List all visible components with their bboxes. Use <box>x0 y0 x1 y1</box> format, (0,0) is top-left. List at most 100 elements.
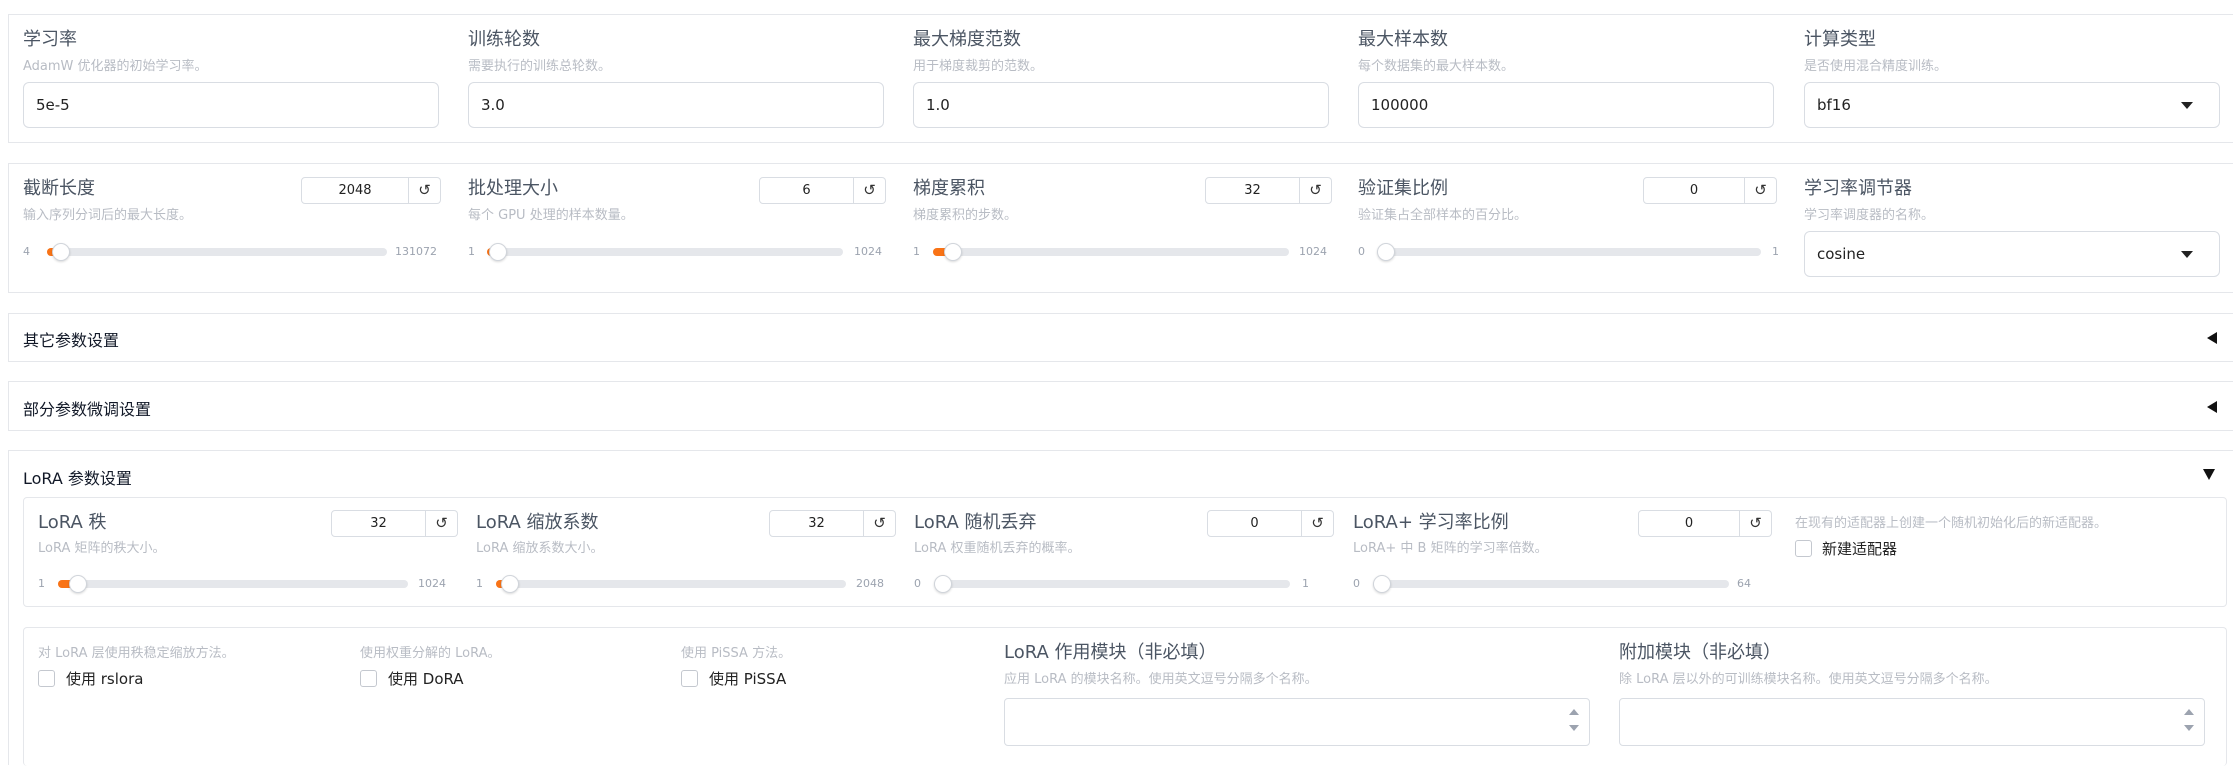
reset-icon[interactable]: ↺ <box>854 177 886 204</box>
additional-target-info: 除 LoRA 层以外的可训练模块名称。使用英文逗号分隔多个名称。 <box>1619 672 1998 687</box>
lora-alpha-slider[interactable] <box>496 580 846 588</box>
reset-icon[interactable]: ↺ <box>1740 510 1772 537</box>
slider-max: 1 <box>1772 245 1779 258</box>
lora-rank-number[interactable]: 32 <box>331 510 426 537</box>
val-size-info: 验证集占全部样本的百分比。 <box>1358 208 1528 223</box>
lora-target-label: LoRA 作用模块（非必填） <box>1004 642 1217 663</box>
rslora-label: 使用 rslora <box>66 670 144 688</box>
slider-min: 0 <box>1358 245 1365 258</box>
grad-accum-label: 梯度累积 <box>913 178 985 199</box>
training-params-panel: 截断长度 2048 ↺ 输入序列分词后的最大长度。 4 131072 批处理大小… <box>8 163 2233 293</box>
lr-scheduler-dropdown[interactable]: cosine <box>1804 231 2220 277</box>
additional-target-textarea[interactable] <box>1619 698 2205 746</box>
rslora-checkbox[interactable] <box>38 670 55 687</box>
lora-plus-lr-label: LoRA+ 学习率比例 <box>1353 512 1509 533</box>
max-grad-norm-input[interactable]: 1.0 <box>913 82 1329 128</box>
val-size-label: 验证集比例 <box>1358 178 1448 199</box>
slider-thumb[interactable] <box>934 575 952 593</box>
accordion-extra-title: 其它参数设置 <box>23 331 120 350</box>
compute-type-info: 是否使用混合精度训练。 <box>1804 59 1948 74</box>
lr-scheduler-value: cosine <box>1817 245 1866 263</box>
dora-label: 使用 DoRA <box>388 670 464 688</box>
slider-min: 0 <box>1353 577 1360 590</box>
slider-max: 1 <box>1302 577 1309 590</box>
lora-plus-lr-number[interactable]: 0 <box>1638 510 1740 537</box>
slider-max: 2048 <box>856 577 884 590</box>
max-samples-info: 每个数据集的最大样本数。 <box>1358 59 1515 74</box>
lora-dropout-number[interactable]: 0 <box>1207 510 1302 537</box>
lora-rank-info: LoRA 矩阵的秩大小。 <box>38 541 166 556</box>
slider-min: 4 <box>23 245 30 258</box>
reset-icon[interactable]: ↺ <box>409 177 441 204</box>
slider-min: 0 <box>914 577 921 590</box>
batch-size-number[interactable]: 6 <box>759 177 854 204</box>
lora-plus-lr-slider[interactable] <box>1373 580 1729 588</box>
slider-min: 1 <box>468 245 475 258</box>
max-grad-norm-label: 最大梯度范数 <box>913 29 1021 50</box>
triangle-left-icon <box>2207 401 2217 413</box>
lora-alpha-info: LoRA 缩放系数大小。 <box>476 541 604 556</box>
slider-thumb[interactable] <box>52 243 71 261</box>
grad-accum-info: 梯度累积的步数。 <box>913 208 1018 223</box>
grad-accum-number[interactable]: 32 <box>1205 177 1300 204</box>
slider-thumb[interactable] <box>1377 243 1395 261</box>
compute-type-value: bf16 <box>1817 96 1851 114</box>
max-grad-norm-info: 用于梯度裁剪的范数。 <box>913 59 1044 74</box>
create-new-adapter-checkbox[interactable] <box>1795 540 1812 557</box>
create-new-adapter-label: 新建适配器 <box>1822 540 1898 558</box>
lora-target-info: 应用 LoRA 的模块名称。使用英文逗号分隔多个名称。 <box>1004 672 1318 687</box>
lora-rank-label: LoRA 秩 <box>38 512 107 533</box>
rslora-info: 对 LoRA 层使用秩稳定缩放方法。 <box>38 646 235 661</box>
lora-dropout-slider[interactable] <box>934 580 1290 588</box>
reset-icon[interactable]: ↺ <box>1300 177 1332 204</box>
slider-thumb[interactable] <box>501 575 520 593</box>
slider-thumb[interactable] <box>68 575 87 593</box>
lr-scheduler-info: 学习率调度器的名称。 <box>1804 208 1935 223</box>
pissa-label: 使用 PiSSA <box>709 670 787 688</box>
batch-size-slider[interactable] <box>487 248 843 256</box>
lora-sliders-panel: LoRA 秩 32 ↺ LoRA 矩阵的秩大小。 1 1024 LoRA 缩放系… <box>23 497 2227 607</box>
epochs-label: 训练轮数 <box>468 29 540 50</box>
lr-scheduler-label: 学习率调节器 <box>1804 178 1912 199</box>
epochs-info: 需要执行的训练总轮数。 <box>468 59 612 74</box>
lora-rank-slider[interactable] <box>58 580 408 588</box>
pissa-info: 使用 PiSSA 方法。 <box>681 646 792 661</box>
lora-dropout-label: LoRA 随机丢弃 <box>914 512 1037 533</box>
triangle-down-icon <box>2203 469 2215 480</box>
batch-size-info: 每个 GPU 处理的样本数量。 <box>468 208 634 223</box>
slider-thumb[interactable] <box>943 243 962 261</box>
slider-thumb[interactable] <box>1373 575 1391 593</box>
accordion-freeze[interactable]: 部分参数微调设置 <box>8 381 2233 431</box>
cutoff-len-label: 截断长度 <box>23 178 95 199</box>
dora-checkbox[interactable] <box>360 670 377 687</box>
max-samples-input[interactable]: 100000 <box>1358 82 1774 128</box>
lr-info: AdamW 优化器的初始学习率。 <box>23 59 208 74</box>
slider-min: 1 <box>38 577 45 590</box>
accordion-lora: LoRA 参数设置 LoRA 秩 32 ↺ LoRA 矩阵的秩大小。 1 102… <box>8 450 2233 766</box>
compute-type-dropdown[interactable]: bf16 <box>1804 82 2220 128</box>
slider-max: 1024 <box>1299 245 1327 258</box>
pissa-checkbox[interactable] <box>681 670 698 687</box>
accordion-extra[interactable]: 其它参数设置 <box>8 313 2233 362</box>
additional-target-label: 附加模块（非必填） <box>1619 642 1781 663</box>
slider-max: 1024 <box>854 245 882 258</box>
grad-accum-slider[interactable] <box>933 248 1289 256</box>
slider-thumb[interactable] <box>488 243 507 261</box>
reset-icon[interactable]: ↺ <box>426 510 458 537</box>
lr-label: 学习率 <box>23 29 77 50</box>
lora-alpha-number[interactable]: 32 <box>769 510 864 537</box>
reset-icon[interactable]: ↺ <box>864 510 896 537</box>
slider-min: 1 <box>476 577 483 590</box>
cutoff-len-info: 输入序列分词后的最大长度。 <box>23 208 193 223</box>
val-size-slider[interactable] <box>1377 248 1761 256</box>
lora-target-textarea[interactable] <box>1004 698 1590 746</box>
lr-input[interactable]: 5e-5 <box>23 82 439 128</box>
val-size-number[interactable]: 0 <box>1643 177 1745 204</box>
batch-size-label: 批处理大小 <box>468 178 558 199</box>
cutoff-len-slider[interactable] <box>47 248 387 256</box>
reset-icon[interactable]: ↺ <box>1745 177 1777 204</box>
epochs-input[interactable]: 3.0 <box>468 82 884 128</box>
reset-icon[interactable]: ↺ <box>1302 510 1334 537</box>
cutoff-len-number[interactable]: 2048 <box>301 177 409 204</box>
basic-params-panel: 学习率 AdamW 优化器的初始学习率。 5e-5 训练轮数 需要执行的训练总轮… <box>8 14 2233 143</box>
